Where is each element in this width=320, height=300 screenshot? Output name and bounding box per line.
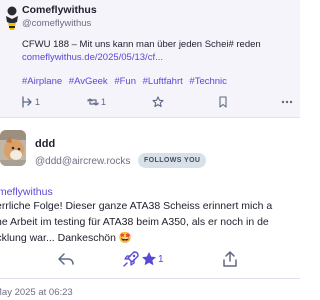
favourite-button[interactable] bbox=[152, 96, 164, 108]
account-handle[interactable]: @ddd@aircrew.rocks bbox=[35, 156, 130, 167]
reply-icon bbox=[58, 252, 74, 266]
more-icon bbox=[280, 96, 294, 108]
follows-you-badge: FOLLOWS YOU bbox=[138, 153, 207, 168]
rocket-boost-icon bbox=[122, 250, 140, 268]
favourite-button[interactable]: 1 bbox=[141, 251, 164, 267]
display-name[interactable]: Comeflywithus bbox=[22, 4, 97, 16]
status-timestamp[interactable]: May 2025 at 06:23 bbox=[0, 287, 73, 298]
status-action-bar: 1 1 bbox=[22, 96, 300, 112]
hashtag-link[interactable]: #Technic bbox=[189, 76, 227, 87]
hashtag-link[interactable]: #Airplane bbox=[22, 76, 62, 87]
hashtag-link[interactable]: #Fun bbox=[114, 76, 136, 87]
bookmark-icon bbox=[218, 96, 228, 108]
reply-count: 1 bbox=[35, 97, 41, 107]
status-text-line: ne Arbeit im testing für ATA38 beim A350… bbox=[0, 216, 269, 228]
share-icon bbox=[222, 250, 238, 268]
hashtag-link[interactable]: #Luftfahrt bbox=[143, 76, 183, 87]
hashtag-link[interactable]: #AvGeek bbox=[69, 76, 108, 87]
bookmark-button[interactable] bbox=[218, 96, 228, 108]
more-button[interactable] bbox=[280, 96, 294, 108]
star-icon bbox=[141, 251, 157, 267]
reply-button[interactable] bbox=[58, 252, 74, 266]
status-text-line: errliche Folge! Dieser ganze ATA38 Schei… bbox=[0, 200, 273, 212]
reply-icon bbox=[22, 96, 34, 108]
display-name[interactable]: ddd bbox=[35, 138, 55, 150]
status-text: CFWU 188 – Mit uns kann man über jeden S… bbox=[22, 39, 261, 50]
avatar[interactable] bbox=[4, 6, 20, 32]
mention-link[interactable]: omeflywithus bbox=[0, 186, 53, 198]
share-button[interactable] bbox=[222, 250, 238, 268]
boost-button[interactable] bbox=[122, 250, 140, 268]
avatar[interactable] bbox=[0, 130, 26, 166]
hashtag-list: #Airplane #AvGeek #Fun #Luftfahrt #Techn… bbox=[22, 76, 231, 87]
boost-icon bbox=[86, 96, 100, 108]
status-link[interactable]: comeflywithus.de/2025/05/13/cf... bbox=[22, 52, 163, 63]
reply-button[interactable]: 1 bbox=[22, 96, 40, 108]
star-icon bbox=[152, 96, 164, 108]
boost-count: 1 bbox=[101, 97, 107, 107]
boost-button[interactable]: 1 bbox=[86, 96, 106, 108]
favourite-count: 1 bbox=[158, 253, 164, 265]
status-action-bar: 1 bbox=[0, 250, 300, 270]
status-text-line: icklung war... Dankeschön 🤩 bbox=[0, 232, 132, 244]
timeline: Comeflywithus @comeflywithus CFWU 188 – … bbox=[0, 0, 300, 300]
account-handle[interactable]: @comeflywithus bbox=[22, 18, 91, 29]
